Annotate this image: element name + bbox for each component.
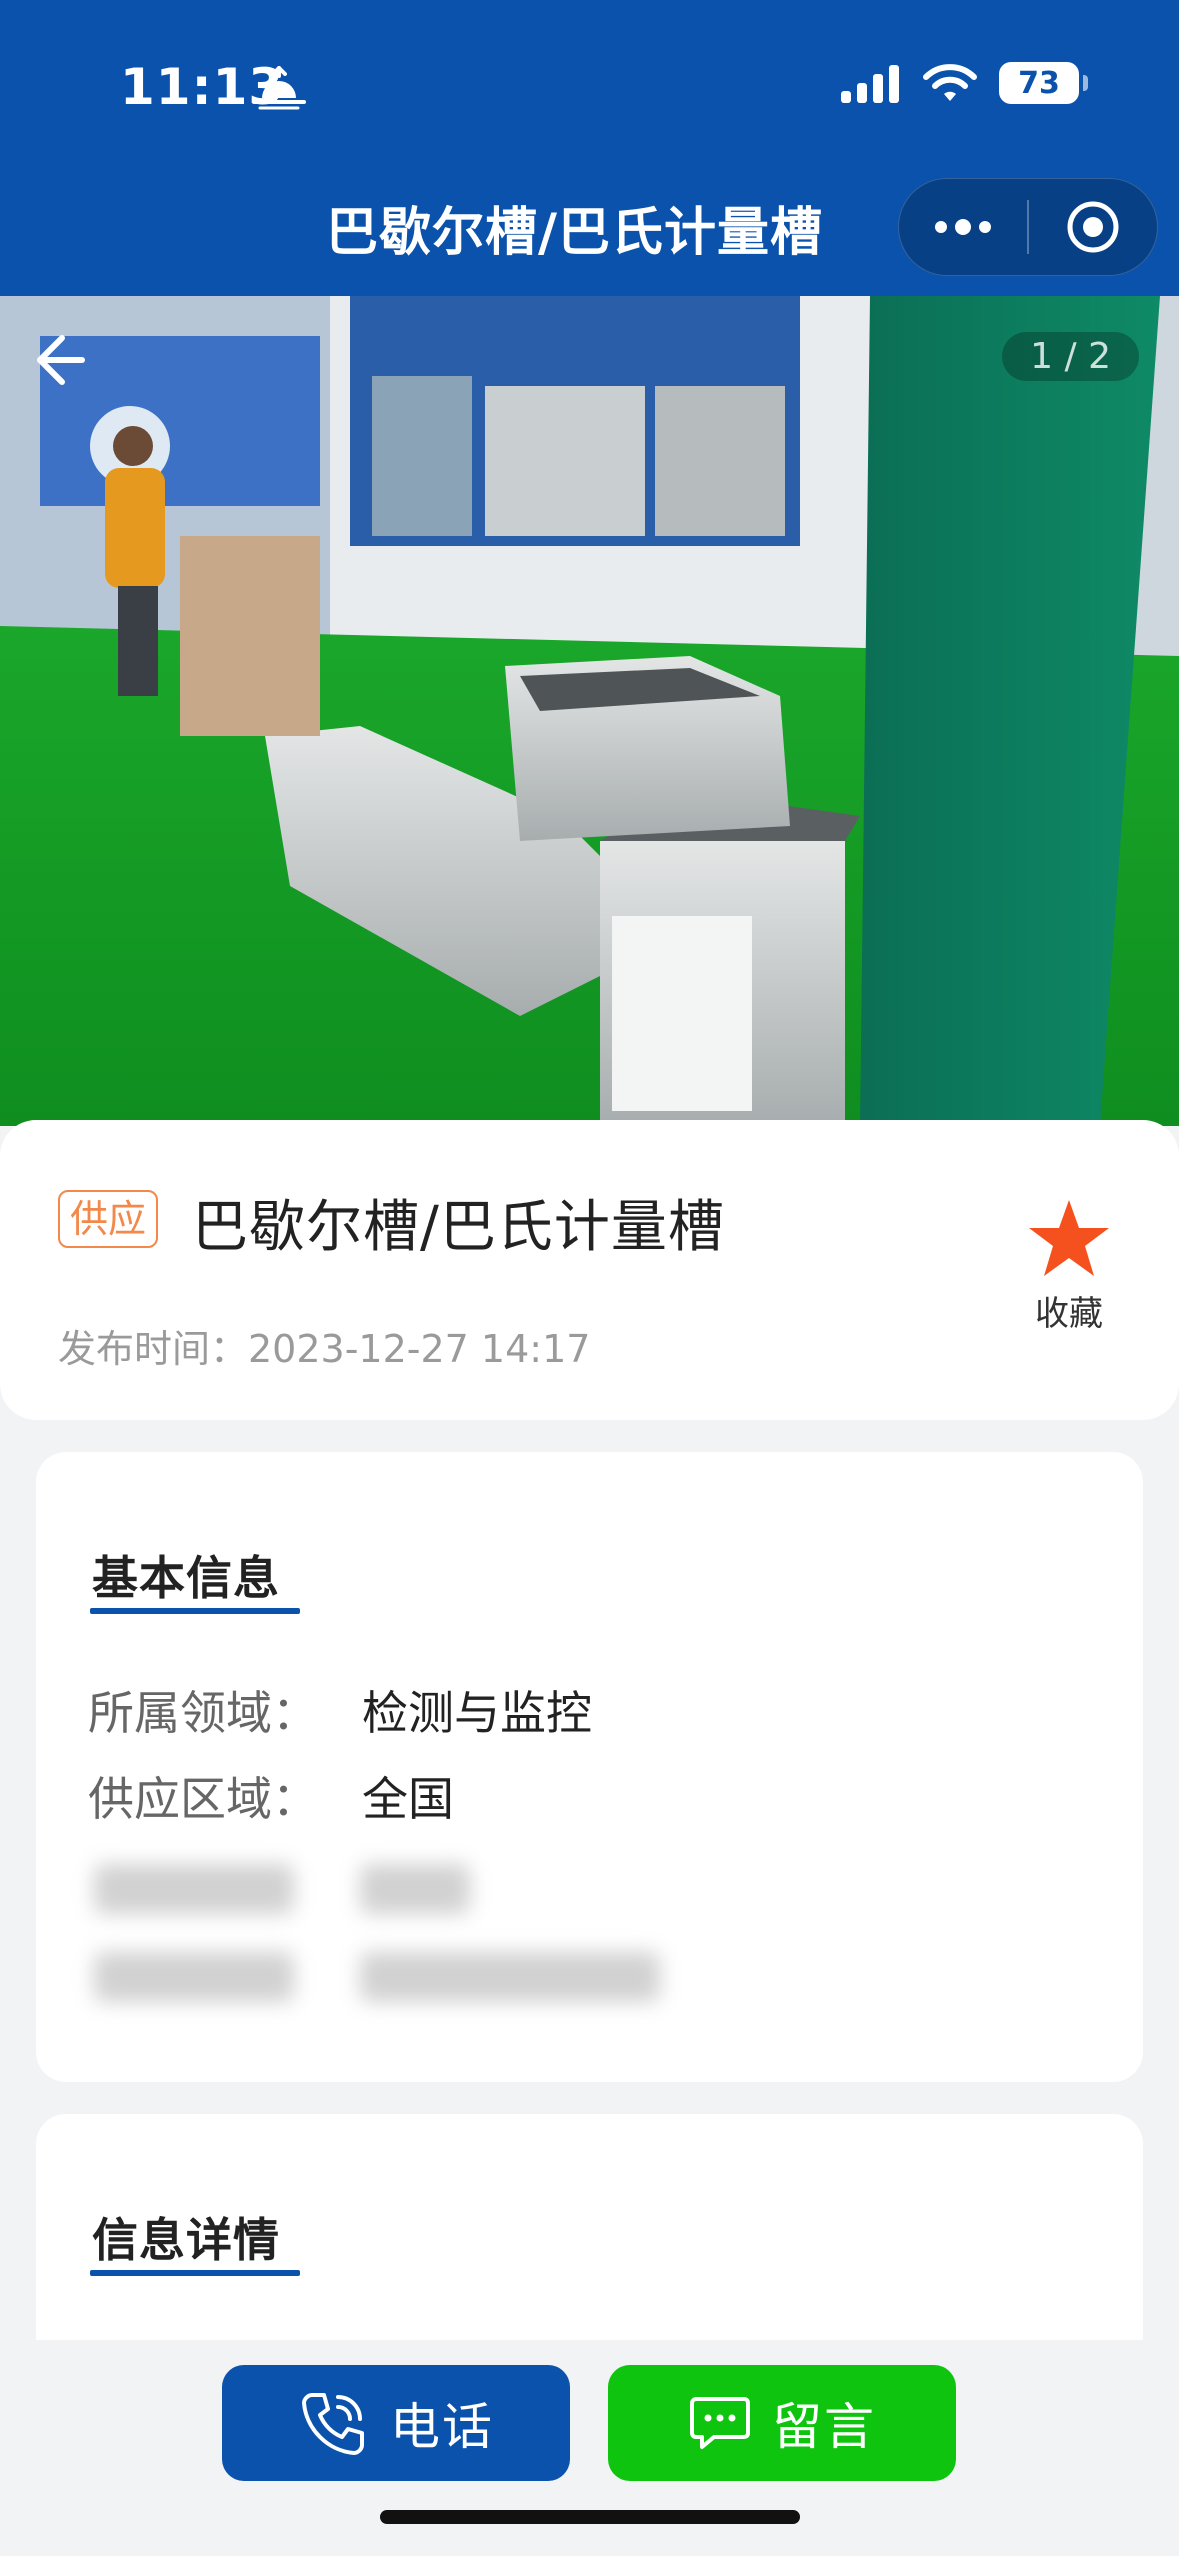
top-bar: 11:13 73 巴歇尔槽/巴氏计量槽 <box>0 0 1179 296</box>
target-close-icon <box>1067 201 1119 253</box>
status-indicators: 73 <box>841 62 1088 104</box>
favorite-button[interactable]: 收藏 <box>1019 1198 1119 1335</box>
sunrise-icon <box>252 66 306 110</box>
more-button[interactable] <box>899 179 1027 275</box>
basic-info-card: 基本信息 所属领域： 检测与监控 供应区域： 全国 <box>36 1452 1143 2082</box>
info-label: 供应区域： <box>88 1772 318 1826</box>
section-underline <box>90 2270 300 2276</box>
supply-badge: 供应 <box>58 1190 159 1248</box>
info-value: 全国 <box>362 1772 454 1826</box>
phone-label: 电话 <box>390 2398 494 2456</box>
blurred-label <box>94 1952 294 2002</box>
blurred-label <box>94 1864 294 1914</box>
battery-indicator: 73 <box>999 62 1088 104</box>
section-underline <box>90 1608 300 1614</box>
message-button[interactable]: 留言 <box>608 2365 956 2481</box>
publish-time: 发布时间：2023-12-27 14:17 <box>58 1327 591 1371</box>
product-photo <box>0 296 1179 1126</box>
info-row-field: 所属领域： 检测与监控 <box>88 1677 592 1743</box>
product-title-card: 供应 巴歇尔槽/巴氏计量槽 发布时间：2023-12-27 14:17 收藏 <box>0 1120 1179 1420</box>
phone-button[interactable]: 电话 <box>222 2365 570 2481</box>
back-arrow-icon[interactable] <box>28 330 88 390</box>
mini-program-capsule <box>898 178 1158 276</box>
star-icon <box>1029 1200 1109 1276</box>
product-image-gallery[interactable]: 1 / 2 <box>0 296 1179 1126</box>
info-row-region: 供应区域： 全国 <box>88 1763 454 1829</box>
home-indicator <box>380 2510 800 2524</box>
phone-icon <box>302 2393 364 2455</box>
blurred-value <box>360 1952 660 2002</box>
detail-title: 信息详情 <box>92 2213 280 2267</box>
message-label: 留言 <box>772 2398 876 2456</box>
blurred-value <box>360 1864 470 1914</box>
wifi-icon <box>923 64 977 101</box>
more-dots-icon <box>935 219 991 235</box>
close-button[interactable] <box>1029 179 1157 275</box>
product-title: 巴歇尔槽/巴氏计量槽 <box>192 1195 725 1260</box>
signal-icon <box>841 65 899 103</box>
favorite-label: 收藏 <box>1035 1294 1103 1334</box>
basic-info-title: 基本信息 <box>92 1551 280 1605</box>
gallery-page-indicator: 1 / 2 <box>1002 332 1139 381</box>
info-value: 检测与监控 <box>362 1686 592 1740</box>
info-label: 所属领域： <box>88 1686 318 1740</box>
message-icon <box>690 2397 750 2449</box>
